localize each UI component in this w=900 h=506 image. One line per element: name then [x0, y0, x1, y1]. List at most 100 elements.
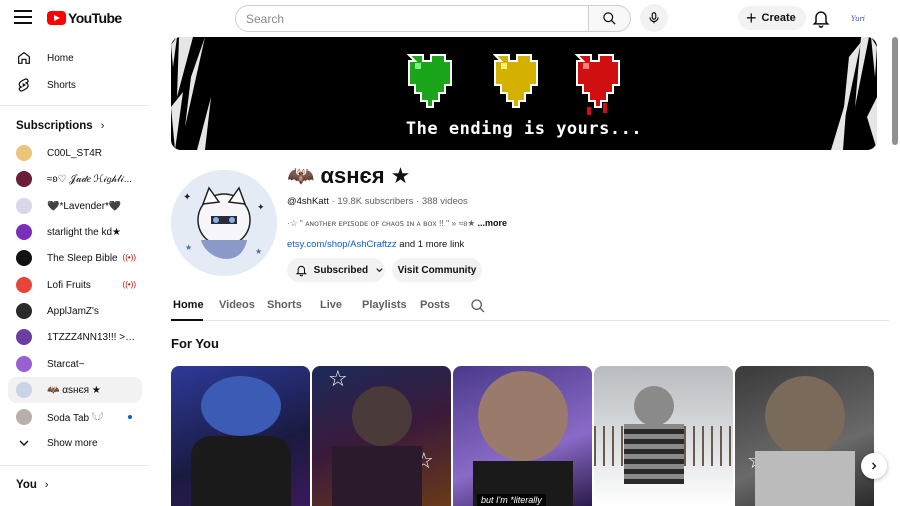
show-more-label: Show more [47, 437, 98, 449]
more-links-text[interactable]: and 1 more link [397, 239, 464, 250]
channel-name: 🦇 αsнєя ★ [287, 163, 411, 188]
next-arrow-button[interactable] [861, 453, 887, 479]
create-label: Create [761, 12, 796, 24]
channel-avatar-art: ✦ ✦ ★ ★ [171, 170, 277, 276]
tab-videos[interactable]: Videos [219, 299, 255, 311]
chevron-right-icon: › [100, 120, 105, 132]
short-thumbnail[interactable]: ☆ ☆ [312, 366, 451, 506]
tab-playlists[interactable]: Playlists [362, 299, 407, 311]
sidebar-item-subscription-active[interactable]: 🦇 αsнєя ★ [8, 377, 142, 403]
thumbnail-art [201, 376, 281, 436]
sidebar-item-label: Shorts [47, 79, 76, 91]
channel-avatar-large[interactable]: ✦ ✦ ★ ★ [171, 170, 277, 276]
sidebar-item-label: starlight the kd★ [47, 226, 121, 238]
svg-text:★: ★ [255, 247, 262, 256]
channel-avatar [16, 277, 32, 293]
youtube-logo[interactable]: YouTube [47, 10, 122, 26]
active-tab-underline [171, 319, 203, 321]
show-more-button[interactable]: Show more [8, 430, 142, 456]
sidebar-item-label: ≈ʚ♡ 𝒥𝒶𝒹𝑒 ℋ𝒾𝑔𝒽𝓁𝒾... [47, 173, 133, 185]
channel-avatar [16, 329, 32, 345]
banner-text: The ending is yours... [405, 119, 643, 139]
bell-icon [295, 265, 307, 277]
short-thumbnail[interactable]: but I'm *literally [453, 366, 592, 506]
search-input[interactable] [235, 5, 589, 32]
svg-text:✦: ✦ [257, 202, 265, 212]
tab-shorts[interactable]: Shorts [267, 299, 302, 311]
subscriber-count: 19.8K subscribers [337, 196, 414, 207]
sidebar-item-subscription[interactable]: ApplJamZ's [8, 298, 142, 324]
channel-avatar [16, 356, 32, 372]
pixel-heart-red-icon [574, 54, 620, 115]
channel-avatar [16, 250, 32, 266]
pixel-heart-green-icon [406, 54, 452, 108]
live-icon: ((•)) [122, 280, 136, 289]
thumbnail-art [332, 446, 422, 506]
short-thumbnail[interactable]: ☆ [735, 366, 874, 506]
tab-posts[interactable]: Posts [420, 299, 450, 311]
sidebar-item-subscription[interactable]: Soda Tab 𓆩𓆪 [8, 404, 142, 430]
sidebar-item-label: 1TZZZ4NN13!!! >_<... [47, 331, 137, 343]
menu-icon[interactable] [14, 10, 32, 26]
plus-icon: + [746, 8, 757, 28]
sidebar-item-home[interactable]: Home [8, 45, 142, 71]
channel-description[interactable]: ·☆ " ᴀɴᴏᴛʜᴇʀ ᴇᴘɪꜱᴏᴅᴇ ᴏꜰ ᴄʜᴀᴏꜱ ɪɴ ᴀ ʙᴏx !… [287, 218, 507, 229]
sidebar-item-label: Soda Tab 𓆩𓆪 [47, 413, 104, 424]
sidebar-item-label: ApplJamZ's [47, 305, 99, 317]
thumbnail-art [755, 451, 855, 506]
channel-banner: The ending is yours... [171, 37, 877, 150]
tab-home[interactable]: Home [173, 299, 204, 311]
thumbnail-art [634, 386, 674, 426]
etsy-link[interactable]: etsy.com/shop/AshCraftzz [287, 239, 397, 250]
search-icon [603, 12, 616, 25]
chevron-down-icon [376, 268, 383, 273]
create-button[interactable]: + Create [738, 6, 806, 30]
sidebar-item-shorts[interactable]: Shorts [8, 72, 142, 98]
subscriptions-header[interactable]: Subscriptions › [16, 120, 104, 132]
home-icon [18, 51, 30, 64]
voice-search-button[interactable] [640, 4, 668, 32]
visit-community-button[interactable]: Visit Community [392, 258, 482, 282]
short-thumbnail[interactable] [171, 366, 310, 506]
sidebar-item-subscription[interactable]: The Sleep Bible ((•)) [8, 245, 142, 271]
search-bar [235, 5, 631, 32]
sidebar-item-subscription[interactable]: Starcat~ [8, 351, 142, 377]
short-caption: but I'm *literally [477, 494, 546, 506]
chevron-right-icon [872, 462, 877, 470]
thumbnail-art [478, 371, 568, 461]
search-icon[interactable] [470, 298, 486, 314]
section-title: For You [171, 336, 219, 351]
you-header[interactable]: You › [16, 479, 49, 491]
tab-live[interactable]: Live [320, 299, 342, 311]
sidebar-item-subscription[interactable]: 🖤*Lavender*🖤 [8, 193, 142, 219]
sidebar-item-subscription[interactable]: 1TZZZ4NN13!!! >_<... [8, 324, 142, 350]
sidebar-item-subscription[interactable]: starlight the kd★ [8, 219, 142, 245]
channel-avatar [16, 303, 32, 319]
short-thumbnail[interactable] [594, 366, 733, 506]
sidebar-item-label: 🖤*Lavender*🖤 [47, 200, 122, 212]
channel-avatar [16, 171, 32, 187]
subscriptions-title: Subscriptions [16, 120, 93, 132]
top-bar: YouTube + Create Yuri [0, 0, 900, 37]
page-scrollbar[interactable] [892, 37, 898, 145]
subscribed-label: Subscribed [313, 264, 369, 276]
sidebar-item-label: The Sleep Bible [47, 252, 118, 264]
more-link[interactable]: ...more [478, 218, 508, 228]
live-icon: ((•)) [122, 253, 136, 262]
new-content-dot [128, 415, 132, 419]
search-button[interactable] [589, 5, 631, 32]
channel-avatar [16, 409, 32, 425]
shorts-icon [18, 78, 29, 92]
sidebar-item-subscription[interactable]: Lofi Fruits ((•)) [8, 272, 142, 298]
notifications-bell-icon[interactable] [811, 8, 831, 28]
sidebar-item-subscription[interactable]: C00L_ST4R [8, 140, 142, 166]
sidebar-item-subscription[interactable]: ≈ʚ♡ 𝒥𝒶𝒹𝑒 ℋ𝒾𝑔𝒽𝓁𝒾... [8, 166, 142, 192]
thumbnail-art [624, 424, 684, 484]
subscribed-button[interactable]: Subscribed [287, 258, 385, 282]
channel-handle: @4shKatt [287, 196, 329, 207]
account-avatar[interactable]: Yuri [847, 8, 869, 30]
you-title: You [16, 479, 37, 491]
sidebar-item-label: Starcat~ [47, 358, 85, 370]
channel-meta: @4shKatt · 19.8K subscribers · 388 video… [287, 196, 468, 207]
chevron-right-icon: › [44, 479, 49, 491]
